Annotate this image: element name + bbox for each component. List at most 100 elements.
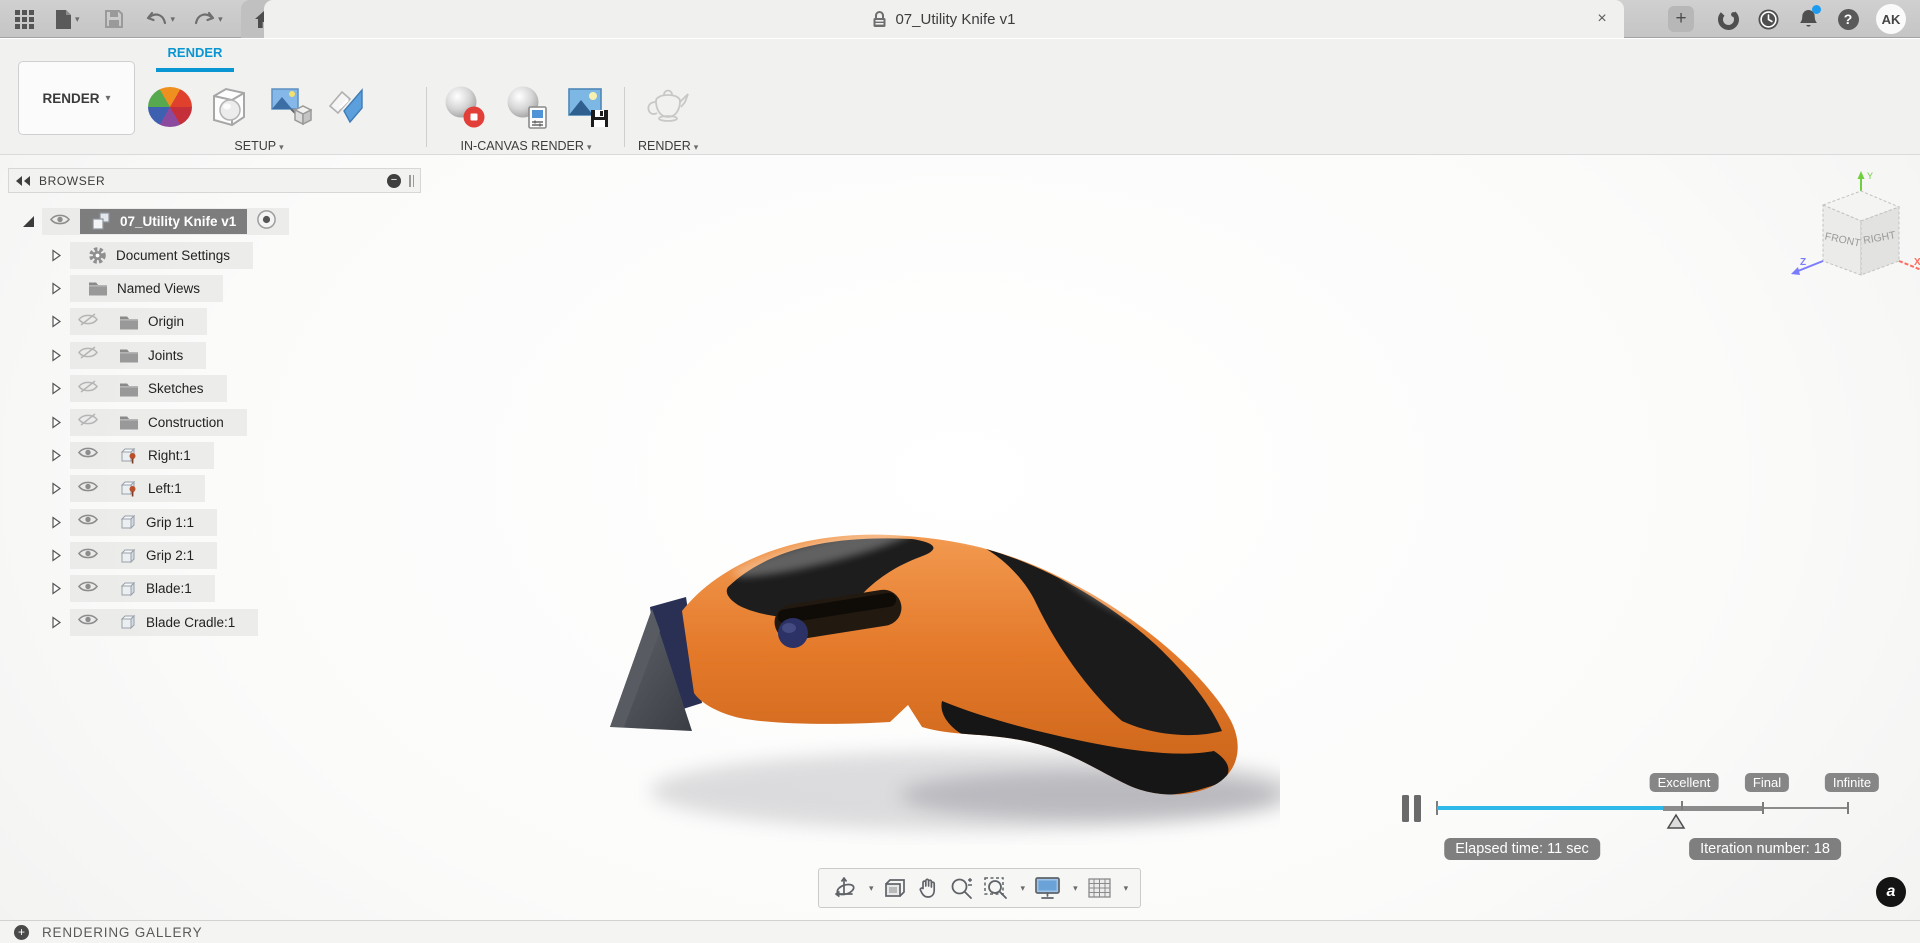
close-tab-button[interactable]: × [1592,9,1612,29]
tree-item[interactable]: 07_Utility Knife v1 [42,208,289,235]
tree-item[interactable]: Sketches [70,375,227,402]
visibility-toggle[interactable] [77,479,99,499]
eye-visible-icon[interactable] [77,512,99,527]
tab-render[interactable]: RENDER [156,45,234,60]
save-button[interactable] [100,0,128,38]
look-at-button[interactable] [883,877,907,899]
visibility-toggle[interactable] [77,345,99,365]
tree-item[interactable]: Blade Cradle:1 [70,609,258,636]
visibility-toggle[interactable] [77,412,99,432]
chevron-down-icon[interactable]: ▾ [1124,883,1129,894]
eye-visible-icon[interactable] [77,579,99,594]
visibility-toggle[interactable] [49,212,71,232]
expander[interactable] [48,314,64,329]
tree-item[interactable]: Blade:1 [70,575,215,602]
eye-visible-icon[interactable] [77,546,99,561]
eye-visible-icon[interactable] [77,479,99,494]
visibility-toggle[interactable] [77,512,99,532]
help-button[interactable]: ? [1836,7,1860,31]
setup-group-label[interactable]: SETUP▾ [234,139,283,153]
eye-visible-icon[interactable] [77,445,99,460]
browser-header[interactable]: BROWSER − [8,168,421,193]
document-tab[interactable]: 07_Utility Knife v1 × [264,0,1624,38]
visibility-toggle[interactable] [77,445,99,465]
notifications-button[interactable] [1796,7,1820,31]
view-cube[interactable]: Y FRONT RIGHT Z X [1782,169,1920,295]
expander[interactable] [48,515,64,530]
visibility-toggle[interactable] [77,546,99,566]
eye-visible-icon[interactable] [77,612,99,627]
in-canvas-render-button[interactable] [440,83,488,131]
avatar[interactable]: AK [1876,4,1906,34]
display-settings-button[interactable] [1034,876,1061,900]
tree-item[interactable]: Named Views [70,275,223,302]
grid-settings-button[interactable] [1087,876,1112,900]
eye-visible-icon[interactable] [49,212,71,227]
tree-item[interactable]: Document Settings [70,242,253,269]
expander[interactable] [48,281,64,296]
in-canvas-render-group-label[interactable]: IN-CANVAS RENDER▾ [461,139,592,153]
tree-item[interactable]: Grip 2:1 [70,542,217,569]
expander[interactable] [48,548,64,563]
minimize-browser-button[interactable]: − [387,174,401,188]
visibility-toggle[interactable] [77,579,99,599]
quality-slider-handle[interactable] [1666,813,1686,830]
decal-button[interactable] [326,84,370,130]
tree-item[interactable]: Joints [70,342,206,369]
collapse-panel-icon[interactable] [15,175,31,187]
expander[interactable] [48,448,64,463]
rendering-gallery-icon[interactable]: + [14,925,29,940]
assistant-button[interactable]: a [1876,877,1906,907]
visibility-toggle[interactable] [77,379,99,399]
expander[interactable] [48,381,64,396]
appearance-button[interactable] [148,87,192,127]
render-button[interactable] [642,85,694,129]
tree-item[interactable]: Origin [70,308,207,335]
pan-button[interactable] [916,876,940,900]
zoom-window-button[interactable] [983,876,1009,901]
orbit-button[interactable] [831,875,857,901]
job-status-button[interactable] [1756,7,1780,31]
expander[interactable] [48,481,64,496]
zoom-button[interactable] [949,876,974,901]
browser-tree: 07_Utility Knife v1 Document Settings Name… [8,205,421,639]
eye-hidden-icon[interactable] [77,345,99,360]
undo-button[interactable]: ▾ [142,0,180,38]
scene-settings-button[interactable] [206,84,252,130]
new-tab-button[interactable]: + [1668,6,1694,32]
app-grid-button[interactable] [10,0,39,38]
rendering-gallery-label[interactable]: RENDERING GALLERY [42,925,202,940]
tree-item[interactable]: Right:1 [70,442,214,469]
in-canvas-render-settings-button[interactable] [502,83,550,131]
pause-render-button[interactable] [1402,795,1421,822]
render-group-label[interactable]: RENDER▾ [638,139,698,153]
activate-component-radio[interactable] [256,209,277,235]
tree-item-label: Document Settings [116,248,230,263]
redo-button[interactable]: ▾ [189,0,227,38]
file-menu-button[interactable]: ▾ [51,0,84,38]
visibility-toggle[interactable] [77,612,99,632]
chevron-down-icon[interactable]: ▾ [1021,883,1026,894]
expander[interactable] [48,615,64,630]
expander[interactable] [48,348,64,363]
expander[interactable] [48,415,64,430]
visibility-toggle[interactable] [77,312,99,332]
texture-map-controls-button[interactable] [266,84,312,130]
workspace-selector[interactable]: RENDER ▾ [18,61,135,135]
panel-drag-handle[interactable] [409,175,414,187]
tree-item[interactable]: Left:1 [70,475,205,502]
activate-radio-icon[interactable] [256,209,277,230]
eye-hidden-icon[interactable] [77,412,99,427]
extensions-button[interactable] [1716,7,1740,31]
expander[interactable] [48,581,64,596]
expander[interactable] [20,215,36,228]
viewport-canvas[interactable]: Y FRONT RIGHT Z X BROWSER − [0,155,1920,920]
expander[interactable] [48,248,64,263]
tree-item[interactable]: Construction [70,409,247,436]
eye-hidden-icon[interactable] [77,379,99,394]
eye-hidden-icon[interactable] [77,312,99,327]
chevron-down-icon[interactable]: ▾ [869,883,874,894]
tree-item[interactable]: Grip 1:1 [70,509,217,536]
chevron-down-icon[interactable]: ▾ [1073,883,1078,894]
capture-image-button[interactable] [564,83,612,131]
